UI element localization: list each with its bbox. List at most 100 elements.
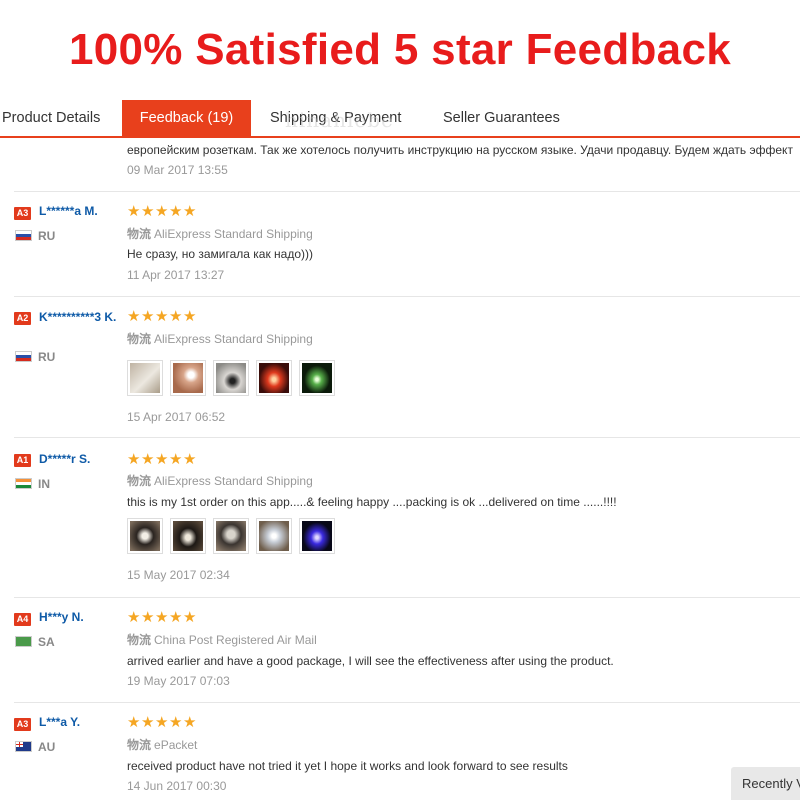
buyer-level-badge: A2 bbox=[14, 312, 31, 325]
buyer-level-badge: A3 bbox=[14, 207, 31, 220]
feedback-tabs: Product Details Feedback (19) Shipping &… bbox=[0, 100, 800, 138]
russia-flag-icon bbox=[15, 230, 32, 241]
review-photo-thumbnail[interactable] bbox=[127, 518, 163, 554]
buyer-name[interactable]: K**********3 K. bbox=[39, 309, 125, 325]
star-rating: ★ ★ ★ ★ ★ bbox=[127, 450, 197, 468]
star-icon: ★ bbox=[155, 713, 169, 731]
buyer-name[interactable]: L***a Y. bbox=[39, 715, 80, 729]
buyer-name[interactable]: D*****r S. bbox=[39, 452, 90, 466]
star-rating: ★ ★ ★ ★ ★ bbox=[127, 608, 197, 626]
shipping-method-label: AliExpress Standard Shipping bbox=[154, 227, 313, 241]
star-icon: ★ bbox=[183, 307, 197, 325]
review-comment: европейским розеткам. Так же хотелось по… bbox=[127, 143, 793, 157]
review-divider bbox=[14, 191, 800, 192]
review-photo-thumbnail[interactable] bbox=[127, 360, 163, 396]
star-icon: ★ bbox=[141, 450, 155, 468]
review-date: 11 Apr 2017 13:27 bbox=[127, 268, 225, 282]
tab-seller-guarantees[interactable]: Seller Guarantees bbox=[443, 100, 560, 137]
review-photo-thumbnail[interactable] bbox=[170, 518, 206, 554]
star-rating: ★ ★ ★ ★ ★ bbox=[127, 202, 197, 220]
shipping-method: 物流 AliExpress Standard Shipping bbox=[127, 330, 313, 347]
star-icon: ★ bbox=[127, 450, 141, 468]
star-icon: ★ bbox=[155, 450, 169, 468]
review-divider bbox=[14, 296, 800, 297]
review-divider bbox=[14, 597, 800, 598]
review-photo-thumbnail[interactable] bbox=[256, 518, 292, 554]
review-photo-thumbnail[interactable] bbox=[213, 518, 249, 554]
review-date: 15 Apr 2017 06:52 bbox=[127, 410, 226, 424]
review-photo-thumbnail[interactable] bbox=[213, 360, 249, 396]
shipping-prefix: 物流 bbox=[127, 474, 152, 488]
star-icon: ★ bbox=[169, 608, 183, 626]
recently-viewed-button[interactable]: Recently Viewed bbox=[731, 767, 800, 800]
review-photo-thumbnail[interactable] bbox=[299, 360, 335, 396]
star-icon: ★ bbox=[155, 608, 169, 626]
shipping-method: 物流 AliExpress Standard Shipping bbox=[127, 225, 313, 242]
star-icon: ★ bbox=[127, 608, 141, 626]
buyer-level-badge: A4 bbox=[14, 613, 31, 626]
shipping-method: 物流 AliExpress Standard Shipping bbox=[127, 472, 313, 489]
star-icon: ★ bbox=[183, 713, 197, 731]
buyer-level-badge: A3 bbox=[14, 718, 31, 731]
buyer-country: IN bbox=[38, 477, 50, 491]
buyer-name-text: K**********3 K. bbox=[39, 310, 117, 324]
review-date: 19 May 2017 07:03 bbox=[127, 674, 230, 688]
buyer-name[interactable]: L******a M. bbox=[39, 204, 98, 218]
review-comment: arrived earlier and have a good package,… bbox=[127, 654, 614, 668]
star-icon: ★ bbox=[169, 202, 183, 220]
review-date: 09 Mar 2017 13:55 bbox=[127, 163, 228, 177]
star-icon: ★ bbox=[155, 307, 169, 325]
shipping-prefix: 物流 bbox=[127, 227, 152, 241]
review-comment: Не сразу, но замигала как надо))) bbox=[127, 247, 314, 261]
star-icon: ★ bbox=[183, 450, 197, 468]
star-icon: ★ bbox=[169, 713, 183, 731]
star-icon: ★ bbox=[169, 307, 183, 325]
star-icon: ★ bbox=[127, 307, 141, 325]
star-icon: ★ bbox=[155, 202, 169, 220]
russia-flag-icon bbox=[15, 351, 32, 362]
india-flag-icon bbox=[15, 478, 32, 489]
shipping-method-label: China Post Registered Air Mail bbox=[154, 633, 317, 647]
star-rating: ★ ★ ★ ★ ★ bbox=[127, 307, 197, 325]
buyer-country: RU bbox=[38, 229, 56, 243]
star-icon: ★ bbox=[141, 713, 155, 731]
star-icon: ★ bbox=[183, 608, 197, 626]
australia-flag-icon bbox=[15, 741, 32, 752]
tab-product-details[interactable]: Product Details bbox=[2, 100, 100, 137]
star-icon: ★ bbox=[127, 202, 141, 220]
shipping-prefix: 物流 bbox=[127, 738, 152, 752]
star-rating: ★ ★ ★ ★ ★ bbox=[127, 713, 197, 731]
review-photos bbox=[127, 360, 335, 396]
review-comment: this is my 1st order on this app.....& f… bbox=[127, 495, 617, 509]
shipping-method-label: AliExpress Standard Shipping bbox=[154, 474, 313, 488]
review-photo-thumbnail[interactable] bbox=[299, 518, 335, 554]
buyer-country: AU bbox=[38, 740, 56, 754]
buyer-level-badge: A1 bbox=[14, 454, 31, 467]
buyer-name[interactable]: H***y N. bbox=[39, 610, 84, 624]
review-divider bbox=[14, 702, 800, 703]
tab-shipping-payment[interactable]: Shipping & Payment bbox=[270, 100, 401, 137]
star-icon: ★ bbox=[141, 307, 155, 325]
star-icon: ★ bbox=[183, 202, 197, 220]
review-divider bbox=[14, 437, 800, 438]
star-icon: ★ bbox=[141, 202, 155, 220]
review-photos bbox=[127, 518, 335, 554]
tab-feedback[interactable]: Feedback (19) bbox=[122, 100, 251, 137]
shipping-method-label: ePacket bbox=[154, 738, 198, 752]
star-icon: ★ bbox=[141, 608, 155, 626]
review-comment: received product have not tried it yet I… bbox=[127, 759, 568, 773]
shipping-prefix: 物流 bbox=[127, 332, 152, 346]
review-date: 15 May 2017 02:34 bbox=[127, 568, 230, 582]
star-icon: ★ bbox=[127, 713, 141, 731]
shipping-method-label: AliExpress Standard Shipping bbox=[154, 332, 313, 346]
shipping-prefix: 物流 bbox=[127, 633, 152, 647]
promo-banner-title: 100% Satisfied 5 star Feedback bbox=[69, 25, 731, 74]
shipping-method: 物流 ePacket bbox=[127, 736, 197, 753]
saudi-flag-icon bbox=[15, 636, 32, 647]
review-photo-thumbnail[interactable] bbox=[256, 360, 292, 396]
shipping-method: 物流 China Post Registered Air Mail bbox=[127, 631, 317, 648]
star-icon: ★ bbox=[169, 450, 183, 468]
review-photo-thumbnail[interactable] bbox=[170, 360, 206, 396]
buyer-country: RU bbox=[38, 350, 56, 364]
buyer-country: SA bbox=[38, 635, 55, 649]
